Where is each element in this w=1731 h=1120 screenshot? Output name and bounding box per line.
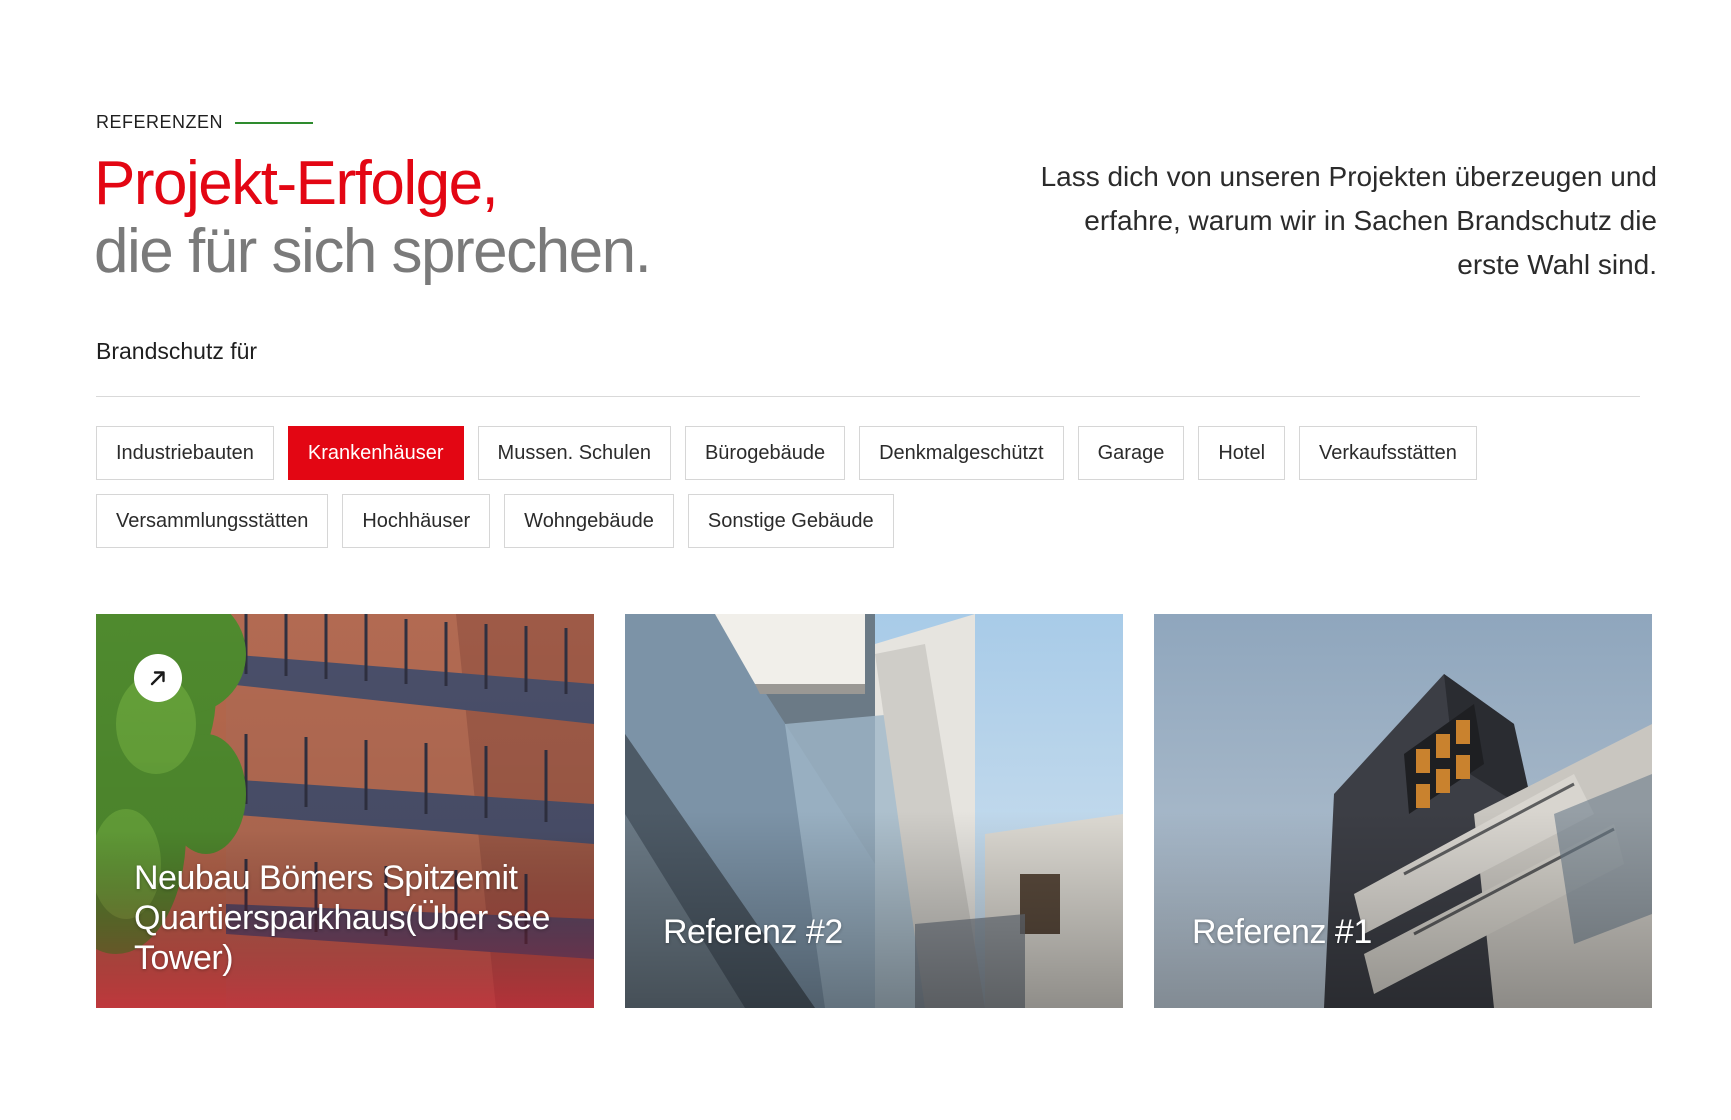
filter-chip-versammlungsstaetten[interactable]: Versammlungsstätten: [96, 494, 329, 548]
divider: [96, 396, 1640, 397]
filter-chip-krankenhaeuser[interactable]: Krankenhäuser: [287, 426, 464, 480]
filter-chip-industriebauten[interactable]: Industriebauten: [96, 426, 274, 480]
filter-chips: Industriebauten Krankenhäuser Mussen. Sc…: [96, 426, 1496, 548]
reference-card-title: Referenz #2: [663, 913, 843, 951]
reference-card-title: Referenz #1: [1192, 913, 1372, 951]
filter-chip-verkaufsstaetten[interactable]: Verkaufsstätten: [1299, 426, 1477, 480]
reference-card-2[interactable]: Referenz #2: [625, 614, 1123, 1008]
reference-card-1[interactable]: Neubau Bömers Spitzemit Quartiersparkhau…: [96, 614, 594, 1008]
intro-text: Lass dich von unseren Projekten überzeug…: [1040, 161, 1657, 280]
title-line-2: die für sich sprechen.: [94, 217, 652, 286]
section-title: Projekt-Erfolge, die für sich sprechen.: [94, 149, 652, 286]
filter-chip-garage[interactable]: Garage: [1077, 426, 1185, 480]
eyebrow-label: REFERENZEN: [96, 112, 224, 132]
filter-chip-buerogebaeude[interactable]: Bürogebäude: [684, 426, 846, 480]
arrow-up-right-icon: [150, 671, 165, 686]
eyebrow-line: [235, 121, 314, 124]
reference-card-title: Neubau Bömers Spitzemit Quartiersparkhau…: [134, 859, 550, 977]
title-line-1: Projekt-Erfolge,: [94, 149, 499, 218]
filter-chip-sonstige[interactable]: Sonstige Gebäude: [687, 494, 894, 548]
open-reference-button[interactable]: [134, 654, 182, 702]
filter-chip-hochhaeuser[interactable]: Hochhäuser: [342, 494, 491, 548]
filter-chip-denkmalgeschuetzt[interactable]: Denkmalgeschützt: [859, 426, 1064, 480]
filter-label: Brandschutz für: [96, 338, 258, 364]
references-section: REFERENZEN Projekt-Erfolge, die für sich…: [0, 0, 1731, 1120]
section-eyebrow: REFERENZEN: [96, 112, 314, 133]
filter-chip-schulen[interactable]: Mussen. Schulen: [477, 426, 671, 480]
reference-cards: Neubau Bömers Spitzemit Quartiersparkhau…: [96, 614, 1652, 1008]
reference-card-3[interactable]: Referenz #1: [1154, 614, 1652, 1008]
filter-chip-wohngebaeude[interactable]: Wohngebäude: [504, 494, 674, 548]
filter-chip-hotel[interactable]: Hotel: [1198, 426, 1286, 480]
